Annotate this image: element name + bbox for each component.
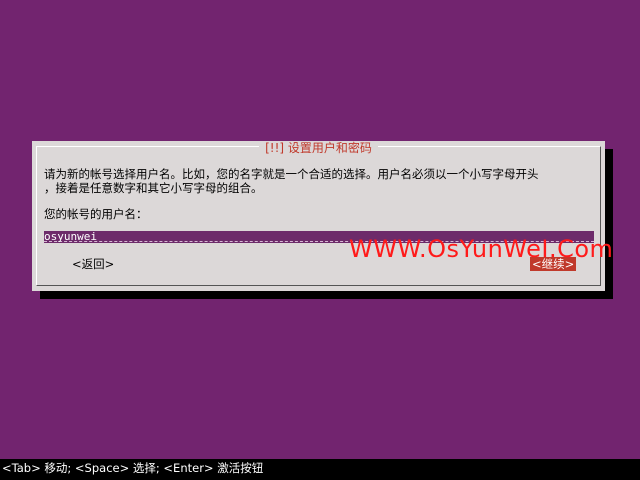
back-button[interactable]: <返回> — [72, 257, 114, 271]
dialog-title-bar: [!!] 设置用户和密码 — [37, 140, 600, 155]
status-bar: <Tab> 移动; <Space> 选择; <Enter> 激活按钮 — [0, 459, 640, 480]
dialog-description: 请为新的帐号选择用户名。比如，您的名字就是一个合适的选择。用户名必须以一个小写字… — [44, 167, 539, 195]
keyboard-hint: <Tab> 移动; <Space> 选择; <Enter> 激活按钮 — [2, 461, 264, 475]
user-setup-dialog: [!!] 设置用户和密码 请为新的帐号选择用户名。比如，您的名字就是一个合适的选… — [32, 141, 605, 291]
watermark-text: WWW.OsYunWeI.Com — [349, 235, 614, 263]
username-prompt: 您的帐号的用户名： — [44, 207, 148, 221]
dialog-title: [!!] 设置用户和密码 — [259, 141, 378, 155]
username-input-value: osyunwei — [44, 231, 97, 243]
